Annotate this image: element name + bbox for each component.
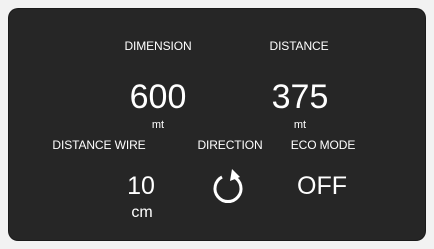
distance-label: DISTANCE: [269, 39, 329, 53]
status-panel: DIMENSION 600 mt DISTANCE 375 mt DISTANC…: [9, 9, 425, 240]
direction-label: DIRECTION: [197, 138, 263, 152]
dimension-unit: mt: [151, 119, 165, 131]
eco-mode-label: ECO MODE: [290, 138, 356, 152]
distance-unit: mt: [293, 119, 307, 131]
rotate-clockwise-icon[interactable]: [210, 167, 246, 212]
distance-value: 375: [271, 78, 329, 116]
dimension-label: DIMENSION: [124, 39, 192, 53]
distance-wire-label: DISTANCE WIRE: [52, 138, 146, 152]
distance-wire-unit: cm: [131, 204, 153, 221]
dimension-value: 600: [129, 78, 187, 116]
eco-mode-value[interactable]: OFF: [297, 174, 347, 199]
distance-wire-value: 10: [127, 172, 155, 200]
